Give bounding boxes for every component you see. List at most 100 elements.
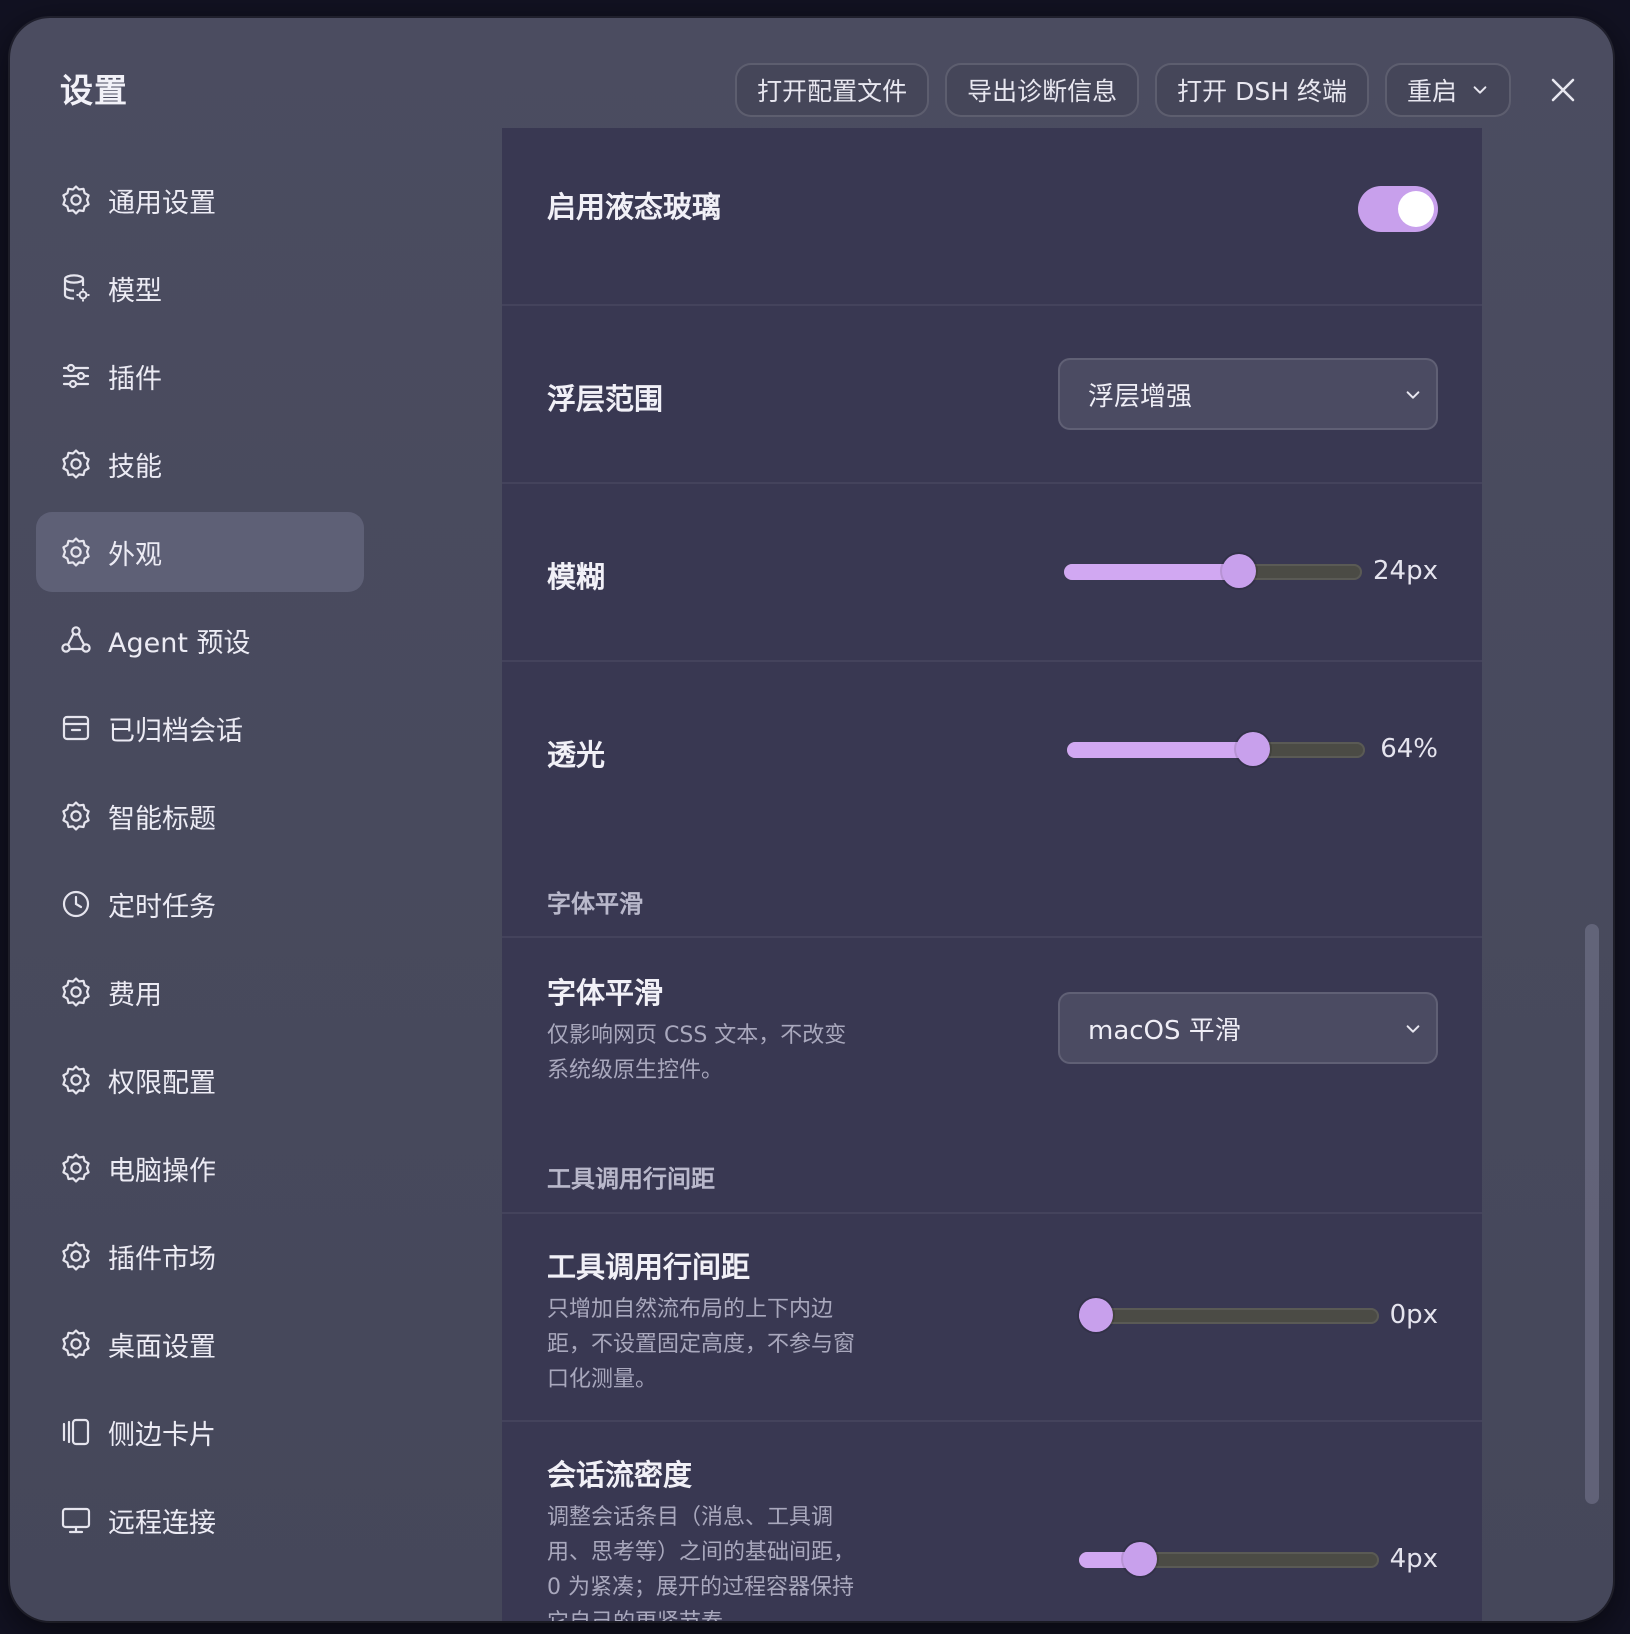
translucency-slider[interactable] bbox=[1067, 732, 1365, 768]
restart-label: 重启 bbox=[1406, 77, 1457, 106]
setting-row-blur: 模糊 24px bbox=[502, 482, 1482, 660]
density-value: 4px bbox=[1389, 1544, 1438, 1574]
sidebar-item-label: 插件市场 bbox=[108, 1243, 216, 1275]
slider-fill bbox=[1067, 742, 1253, 758]
sidebar-item-4[interactable]: 外观 bbox=[36, 512, 364, 592]
setting-row-conversation-density: 会话流密度 调整会话条目（消息、工具调用、思考等）之间的基础间距，0 为紧凑；展… bbox=[502, 1420, 1482, 1621]
gear-icon bbox=[58, 798, 94, 834]
tool-spacing-slider[interactable] bbox=[1079, 1298, 1379, 1334]
sidebar-item-label: 已归档会话 bbox=[108, 715, 243, 747]
agent-nodes-icon bbox=[58, 622, 94, 658]
settings-window: 设置 打开配置文件 导出诊断信息 打开 DSH 终端 重启 通用设置模型插件技能… bbox=[10, 18, 1613, 1621]
tool-spacing-value: 0px bbox=[1389, 1300, 1438, 1330]
sidebar-item-1[interactable]: 模型 bbox=[36, 248, 364, 328]
chevron-down-icon bbox=[1406, 391, 1420, 399]
sidebar-item-13[interactable]: 桌面设置 bbox=[36, 1304, 364, 1384]
overlay-scope-select[interactable]: 浮层增强 bbox=[1058, 358, 1438, 430]
density-slider[interactable] bbox=[1079, 1542, 1379, 1578]
font-smoothing-description: 仅影响网页 CSS 文本，不改变系统级原生控件。 bbox=[547, 1023, 847, 1083]
sidebar-item-12[interactable]: 插件市场 bbox=[36, 1216, 364, 1296]
translucency-value: 64% bbox=[1380, 734, 1438, 764]
slider-thumb[interactable] bbox=[1079, 1298, 1113, 1332]
density-label: 会话流密度 bbox=[547, 1458, 693, 1492]
sidebar-item-label: 桌面设置 bbox=[108, 1331, 216, 1363]
sidebar-item-label: 电脑操作 bbox=[108, 1155, 216, 1187]
font-smoothing-select[interactable]: macOS 平滑 bbox=[1058, 992, 1438, 1064]
sidebar-nav: 通用设置模型插件技能外观 Agent 预设 已归档会话智能标题定时任务费用权限配置电… bbox=[36, 160, 364, 1568]
font-smoothing-label: 字体平滑 bbox=[547, 976, 664, 1010]
translucency-label: 透光 bbox=[547, 738, 606, 772]
sidebar-item-label: 费用 bbox=[108, 979, 162, 1011]
sidebar-item-8[interactable]: 定时任务 bbox=[36, 864, 364, 944]
database-gear-icon bbox=[58, 270, 94, 306]
close-button[interactable] bbox=[1533, 60, 1593, 120]
close-icon bbox=[1551, 78, 1575, 102]
gear-icon bbox=[58, 1238, 94, 1274]
sidebar-item-label: 技能 bbox=[108, 451, 162, 483]
sidebar-item-11[interactable]: 电脑操作 bbox=[36, 1128, 364, 1208]
gear-icon bbox=[58, 534, 94, 570]
blur-slider[interactable] bbox=[1064, 554, 1362, 590]
slider-thumb[interactable] bbox=[1222, 554, 1257, 588]
sliders-icon bbox=[58, 358, 94, 394]
sidebar-item-9[interactable]: 费用 bbox=[36, 952, 364, 1032]
export-diagnostics-button[interactable]: 导出诊断信息 bbox=[945, 63, 1140, 117]
slider-thumb[interactable] bbox=[1235, 732, 1270, 766]
sidebar-item-label: 模型 bbox=[108, 275, 162, 307]
section-label-font-smoothing: 字体平滑 bbox=[547, 890, 643, 918]
setting-row-font-smoothing: 字体平滑 仅影响网页 CSS 文本，不改变系统级原生控件。 macOS 平滑 bbox=[502, 936, 1482, 1144]
overlay-scope-label: 浮层范围 bbox=[547, 382, 664, 416]
sidebar-item-2[interactable]: 插件 bbox=[36, 336, 364, 416]
open-dsh-terminal-button[interactable]: 打开 DSH 终端 bbox=[1155, 63, 1369, 117]
scrollbar[interactable] bbox=[1585, 924, 1599, 1504]
sidebar-item-label: 权限配置 bbox=[108, 1067, 216, 1099]
blur-value: 24px bbox=[1373, 556, 1438, 586]
sidebar-item-label: 插件 bbox=[108, 363, 162, 395]
restart-dropdown-button[interactable]: 重启 bbox=[1384, 63, 1511, 117]
monitor-icon bbox=[58, 1502, 94, 1538]
section-label-tool-spacing: 工具调用行间距 bbox=[547, 1165, 715, 1193]
gear-icon bbox=[58, 1150, 94, 1186]
density-description: 调整会话条目（消息、工具调用、思考等）之间的基础间距，0 为紧凑；展开的过程容器… bbox=[547, 1505, 856, 1621]
side-cards-icon bbox=[58, 1414, 94, 1450]
tool-spacing-description: 只增加自然流布局的上下内边距，不设置固定高度，不参与窗口化测量。 bbox=[547, 1297, 856, 1392]
gear-icon bbox=[58, 446, 94, 482]
chevron-down-icon bbox=[1473, 86, 1487, 94]
gear-icon bbox=[58, 1062, 94, 1098]
sidebar-item-label: 通用设置 bbox=[108, 187, 216, 219]
sidebar-item-5[interactable]: Agent 预设 bbox=[36, 600, 364, 680]
clock-icon bbox=[58, 886, 94, 922]
archive-icon bbox=[58, 710, 94, 746]
sidebar-item-label: Agent 预设 bbox=[108, 627, 251, 659]
sidebar-item-label: 外观 bbox=[108, 539, 162, 571]
sidebar-item-7[interactable]: 智能标题 bbox=[36, 776, 364, 856]
slider-fill bbox=[1064, 564, 1240, 580]
gear-icon bbox=[58, 182, 94, 218]
sidebar-item-3[interactable]: 技能 bbox=[36, 424, 364, 504]
font-smoothing-value: macOS 平滑 bbox=[1088, 1015, 1241, 1046]
liquid-glass-label: 启用液态玻璃 bbox=[547, 190, 722, 224]
blur-label: 模糊 bbox=[547, 560, 606, 594]
chevron-down-icon bbox=[1406, 1025, 1420, 1033]
page-title: 设置 bbox=[60, 71, 128, 110]
sidebar-item-10[interactable]: 权限配置 bbox=[36, 1040, 364, 1120]
appearance-settings-panel: 启用液态玻璃 浮层范围 浮层增强 模糊 24px 透光 64% 字体平滑 字体平… bbox=[502, 128, 1482, 1621]
open-config-button[interactable]: 打开配置文件 bbox=[735, 63, 930, 117]
sidebar-item-6[interactable]: 已归档会话 bbox=[36, 688, 364, 768]
tool-spacing-label: 工具调用行间距 bbox=[547, 1250, 751, 1284]
gear-icon bbox=[58, 1326, 94, 1362]
setting-row-tool-spacing: 工具调用行间距 只增加自然流布局的上下内边距，不设置固定高度，不参与窗口化测量。… bbox=[502, 1212, 1482, 1420]
sidebar-item-label: 智能标题 bbox=[108, 803, 216, 835]
sidebar-item-label: 侧边卡片 bbox=[108, 1419, 216, 1451]
sidebar-item-label: 远程连接 bbox=[108, 1507, 216, 1539]
liquid-glass-toggle[interactable] bbox=[1358, 186, 1438, 232]
slider-track bbox=[1079, 1308, 1379, 1324]
gear-icon bbox=[58, 974, 94, 1010]
setting-row-translucency: 透光 64% bbox=[502, 660, 1482, 838]
toolbar: 打开配置文件 导出诊断信息 打开 DSH 终端 重启 bbox=[735, 60, 1593, 120]
slider-thumb[interactable] bbox=[1123, 1542, 1158, 1576]
sidebar-item-15[interactable]: 远程连接 bbox=[36, 1480, 364, 1560]
sidebar-item-14[interactable]: 侧边卡片 bbox=[36, 1392, 364, 1472]
toggle-knob bbox=[1398, 191, 1434, 227]
sidebar-item-0[interactable]: 通用设置 bbox=[36, 160, 364, 240]
